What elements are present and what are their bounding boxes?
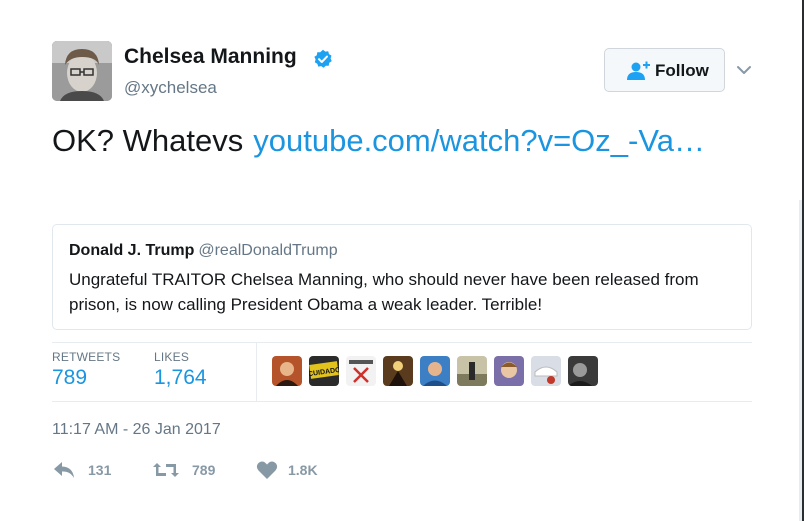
author-avatar[interactable] [52, 41, 112, 101]
author-name[interactable]: Chelsea Manning [124, 45, 297, 69]
verified-badge-icon [314, 49, 332, 68]
liker-avatar[interactable] [383, 356, 413, 386]
author-handle[interactable]: @xychelsea [124, 78, 217, 98]
liker-avatar[interactable]: CUIDADO [309, 356, 339, 386]
reply-button[interactable]: 131 [52, 458, 122, 484]
liker-avatar[interactable] [494, 356, 524, 386]
retweets-count[interactable]: 789 [52, 366, 87, 390]
divider [256, 343, 257, 401]
page-scrollbar[interactable] [799, 200, 802, 521]
follow-button[interactable]: Follow [604, 48, 725, 92]
reply-count: 131 [88, 462, 112, 478]
liker-avatar[interactable] [568, 356, 598, 386]
liker-avatar[interactable] [531, 356, 561, 386]
add-user-icon [627, 61, 650, 80]
follow-label: Follow [655, 61, 709, 80]
retweet-icon [153, 463, 179, 477]
likes-label: LIKES [154, 350, 190, 364]
retweet-button[interactable]: 789 [152, 458, 222, 484]
divider [52, 342, 752, 343]
like-count: 1.8K [288, 462, 318, 478]
tweet-timestamp[interactable]: 11:17 AM - 26 Jan 2017 [52, 421, 221, 439]
liker-avatar[interactable] [346, 356, 376, 386]
retweets-label: RETWEETS [52, 350, 121, 364]
liker-avatar[interactable] [420, 356, 450, 386]
liker-avatar[interactable] [457, 356, 487, 386]
quoted-tweet-header: Donald J. Trump @realDonaldTrump [69, 242, 338, 260]
quoted-author-handle: @realDonaldTrump [198, 242, 338, 259]
tweet-body: OK? Whatevs [52, 123, 244, 158]
tweet-text: OK? Whatevs youtube.com/watch?v=Oz_-Va… [52, 120, 732, 162]
quoted-tweet-text: Ungrateful TRAITOR Chelsea Manning, who … [69, 270, 699, 314]
chevron-down-icon[interactable] [734, 60, 754, 80]
likes-count[interactable]: 1,764 [154, 366, 207, 390]
quoted-author-name: Donald J. Trump [69, 242, 195, 259]
liker-avatar[interactable] [272, 356, 302, 386]
divider [52, 401, 752, 402]
retweet-count: 789 [192, 462, 216, 478]
heart-icon [256, 461, 278, 479]
reply-icon [54, 462, 74, 478]
like-button[interactable]: 1.8K [256, 458, 336, 484]
quoted-tweet[interactable]: Donald J. Trump @realDonaldTrump Ungratef… [52, 224, 752, 330]
tweet-link[interactable]: youtube.com/watch?v=Oz_-Va… [253, 123, 705, 158]
